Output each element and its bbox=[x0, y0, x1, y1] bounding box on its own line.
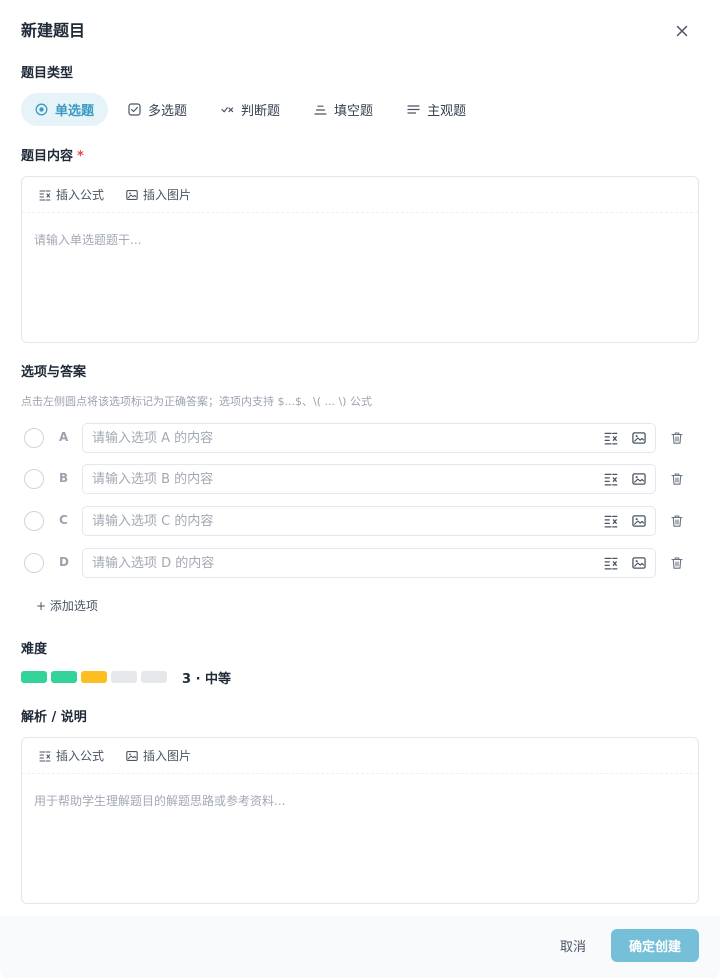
required-mark: * bbox=[77, 149, 84, 164]
insert-formula-label: 插入公式 bbox=[56, 188, 105, 202]
option-d-input[interactable] bbox=[82, 548, 656, 578]
option-c-input[interactable] bbox=[82, 506, 656, 536]
difficulty-value: 3 · 中等 bbox=[182, 671, 232, 687]
blank-icon bbox=[314, 105, 327, 115]
option-d-trash-icon[interactable] bbox=[670, 556, 684, 570]
analysis-insert-formula-label: 插入公式 bbox=[56, 749, 105, 763]
insert-image-label: 插入图片 bbox=[143, 188, 192, 202]
option-b-letter: B bbox=[59, 471, 69, 485]
option-d-formula-icon[interactable] bbox=[604, 556, 618, 570]
content-label: 题目内容 * bbox=[21, 148, 84, 166]
type-true-false-label: 判断题 bbox=[241, 104, 281, 119]
type-subjective[interactable]: 主观题 bbox=[393, 93, 480, 126]
type-true-false[interactable]: 判断题 bbox=[207, 93, 294, 126]
option-c-image-icon[interactable] bbox=[632, 514, 646, 528]
content-label-text: 题目内容 bbox=[21, 149, 74, 164]
type-multiple-choice-label: 多选题 bbox=[148, 104, 188, 119]
option-c-trash-icon[interactable] bbox=[670, 514, 684, 528]
difficulty-label: 难度 bbox=[21, 642, 48, 657]
option-d-correct-radio[interactable] bbox=[24, 553, 44, 573]
options-section-label: 选项与答案 bbox=[21, 365, 87, 380]
type-multiple-choice[interactable]: 多选题 bbox=[114, 93, 201, 126]
type-single-choice[interactable]: 单选题 bbox=[21, 93, 109, 126]
option-a-image-icon[interactable] bbox=[632, 431, 646, 445]
content-placeholder: 请输入单选题题干... bbox=[34, 233, 142, 247]
option-a-formula-icon[interactable] bbox=[604, 431, 618, 445]
modal-footer: 取消 确定创建 bbox=[0, 916, 720, 978]
option-c-formula-icon[interactable] bbox=[604, 514, 618, 528]
formula-icon bbox=[39, 189, 51, 201]
checkbox-icon bbox=[128, 103, 141, 116]
option-a-letter: A bbox=[59, 430, 69, 444]
content-textarea[interactable]: 请输入单选题题干... bbox=[22, 213, 698, 266]
confirm-create-button[interactable]: 确定创建 bbox=[611, 929, 699, 962]
option-a-correct-radio[interactable] bbox=[24, 428, 44, 448]
type-subjective-label: 主观题 bbox=[427, 104, 467, 119]
formula-icon bbox=[39, 750, 51, 762]
radio-icon bbox=[35, 103, 48, 116]
modal-title: 新建题目 bbox=[21, 21, 86, 40]
content-toolbar: 插入公式 插入图片 bbox=[22, 177, 698, 213]
options-hint: 点击左侧圆点将该选项标记为正确答案；选项内支持 $...$、\( ... \) … bbox=[21, 395, 372, 408]
image-icon bbox=[126, 189, 138, 200]
option-c-correct-radio[interactable] bbox=[24, 511, 44, 531]
cancel-button[interactable]: 取消 bbox=[546, 929, 600, 962]
option-b-image-icon[interactable] bbox=[632, 472, 646, 486]
image-icon bbox=[126, 750, 138, 761]
analysis-textarea[interactable]: 用于帮助学生理解题目的解题思路或参考资料... bbox=[22, 774, 698, 827]
option-row-b: B bbox=[21, 464, 701, 494]
analysis-insert-formula-button[interactable]: 插入公式 bbox=[39, 747, 104, 764]
option-d-image-icon[interactable] bbox=[632, 556, 646, 570]
type-single-choice-label: 单选题 bbox=[55, 104, 95, 119]
analysis-insert-image-label: 插入图片 bbox=[143, 749, 192, 763]
option-b-input[interactable] bbox=[82, 464, 656, 494]
create-question-modal: 新建题目 题目类型 单选题 多选题 判断题 填空题 主观题 题目内容 * 插入公… bbox=[0, 0, 720, 978]
option-a-trash-icon[interactable] bbox=[670, 431, 684, 445]
content-editor: 插入公式 插入图片 请输入单选题题干... bbox=[21, 176, 699, 343]
difficulty-segment-5[interactable] bbox=[141, 671, 167, 683]
option-b-formula-icon[interactable] bbox=[604, 472, 618, 486]
analysis-placeholder: 用于帮助学生理解题目的解题思路或参考资料... bbox=[34, 794, 286, 808]
insert-image-button[interactable]: 插入图片 bbox=[126, 186, 191, 203]
difficulty-segment-2[interactable] bbox=[51, 671, 77, 683]
check-cross-icon bbox=[221, 107, 234, 113]
option-b-correct-radio[interactable] bbox=[24, 469, 44, 489]
type-fill-blank[interactable]: 填空题 bbox=[300, 93, 387, 126]
add-option-button[interactable]: + 添加选项 bbox=[36, 597, 98, 614]
option-row-c: C bbox=[21, 506, 701, 536]
modal-header: 新建题目 bbox=[21, 19, 696, 43]
option-b-trash-icon[interactable] bbox=[670, 472, 684, 486]
analysis-insert-image-button[interactable]: 插入图片 bbox=[126, 747, 191, 764]
option-c-letter: C bbox=[59, 513, 68, 527]
analysis-toolbar: 插入公式 插入图片 bbox=[22, 738, 698, 774]
option-row-a: A bbox=[21, 423, 701, 453]
option-row-d: D bbox=[21, 548, 701, 578]
option-d-letter: D bbox=[59, 555, 69, 569]
difficulty-segment-1[interactable] bbox=[21, 671, 47, 683]
question-type-label: 题目类型 bbox=[21, 66, 74, 81]
option-a-input[interactable] bbox=[82, 423, 656, 453]
difficulty-segment-3[interactable] bbox=[81, 671, 107, 683]
difficulty-segment-4[interactable] bbox=[111, 671, 137, 683]
analysis-editor: 插入公式 插入图片 用于帮助学生理解题目的解题思路或参考资料... bbox=[21, 737, 699, 904]
analysis-label: 解析 / 说明 bbox=[21, 710, 87, 725]
insert-formula-button[interactable]: 插入公式 bbox=[39, 186, 104, 203]
lines-icon bbox=[407, 105, 420, 114]
close-icon[interactable] bbox=[674, 23, 690, 39]
question-type-selector: 单选题 多选题 判断题 填空题 主观题 bbox=[21, 93, 486, 126]
type-fill-blank-label: 填空题 bbox=[334, 104, 374, 119]
difficulty-selector: 3 · 中等 bbox=[21, 670, 232, 687]
